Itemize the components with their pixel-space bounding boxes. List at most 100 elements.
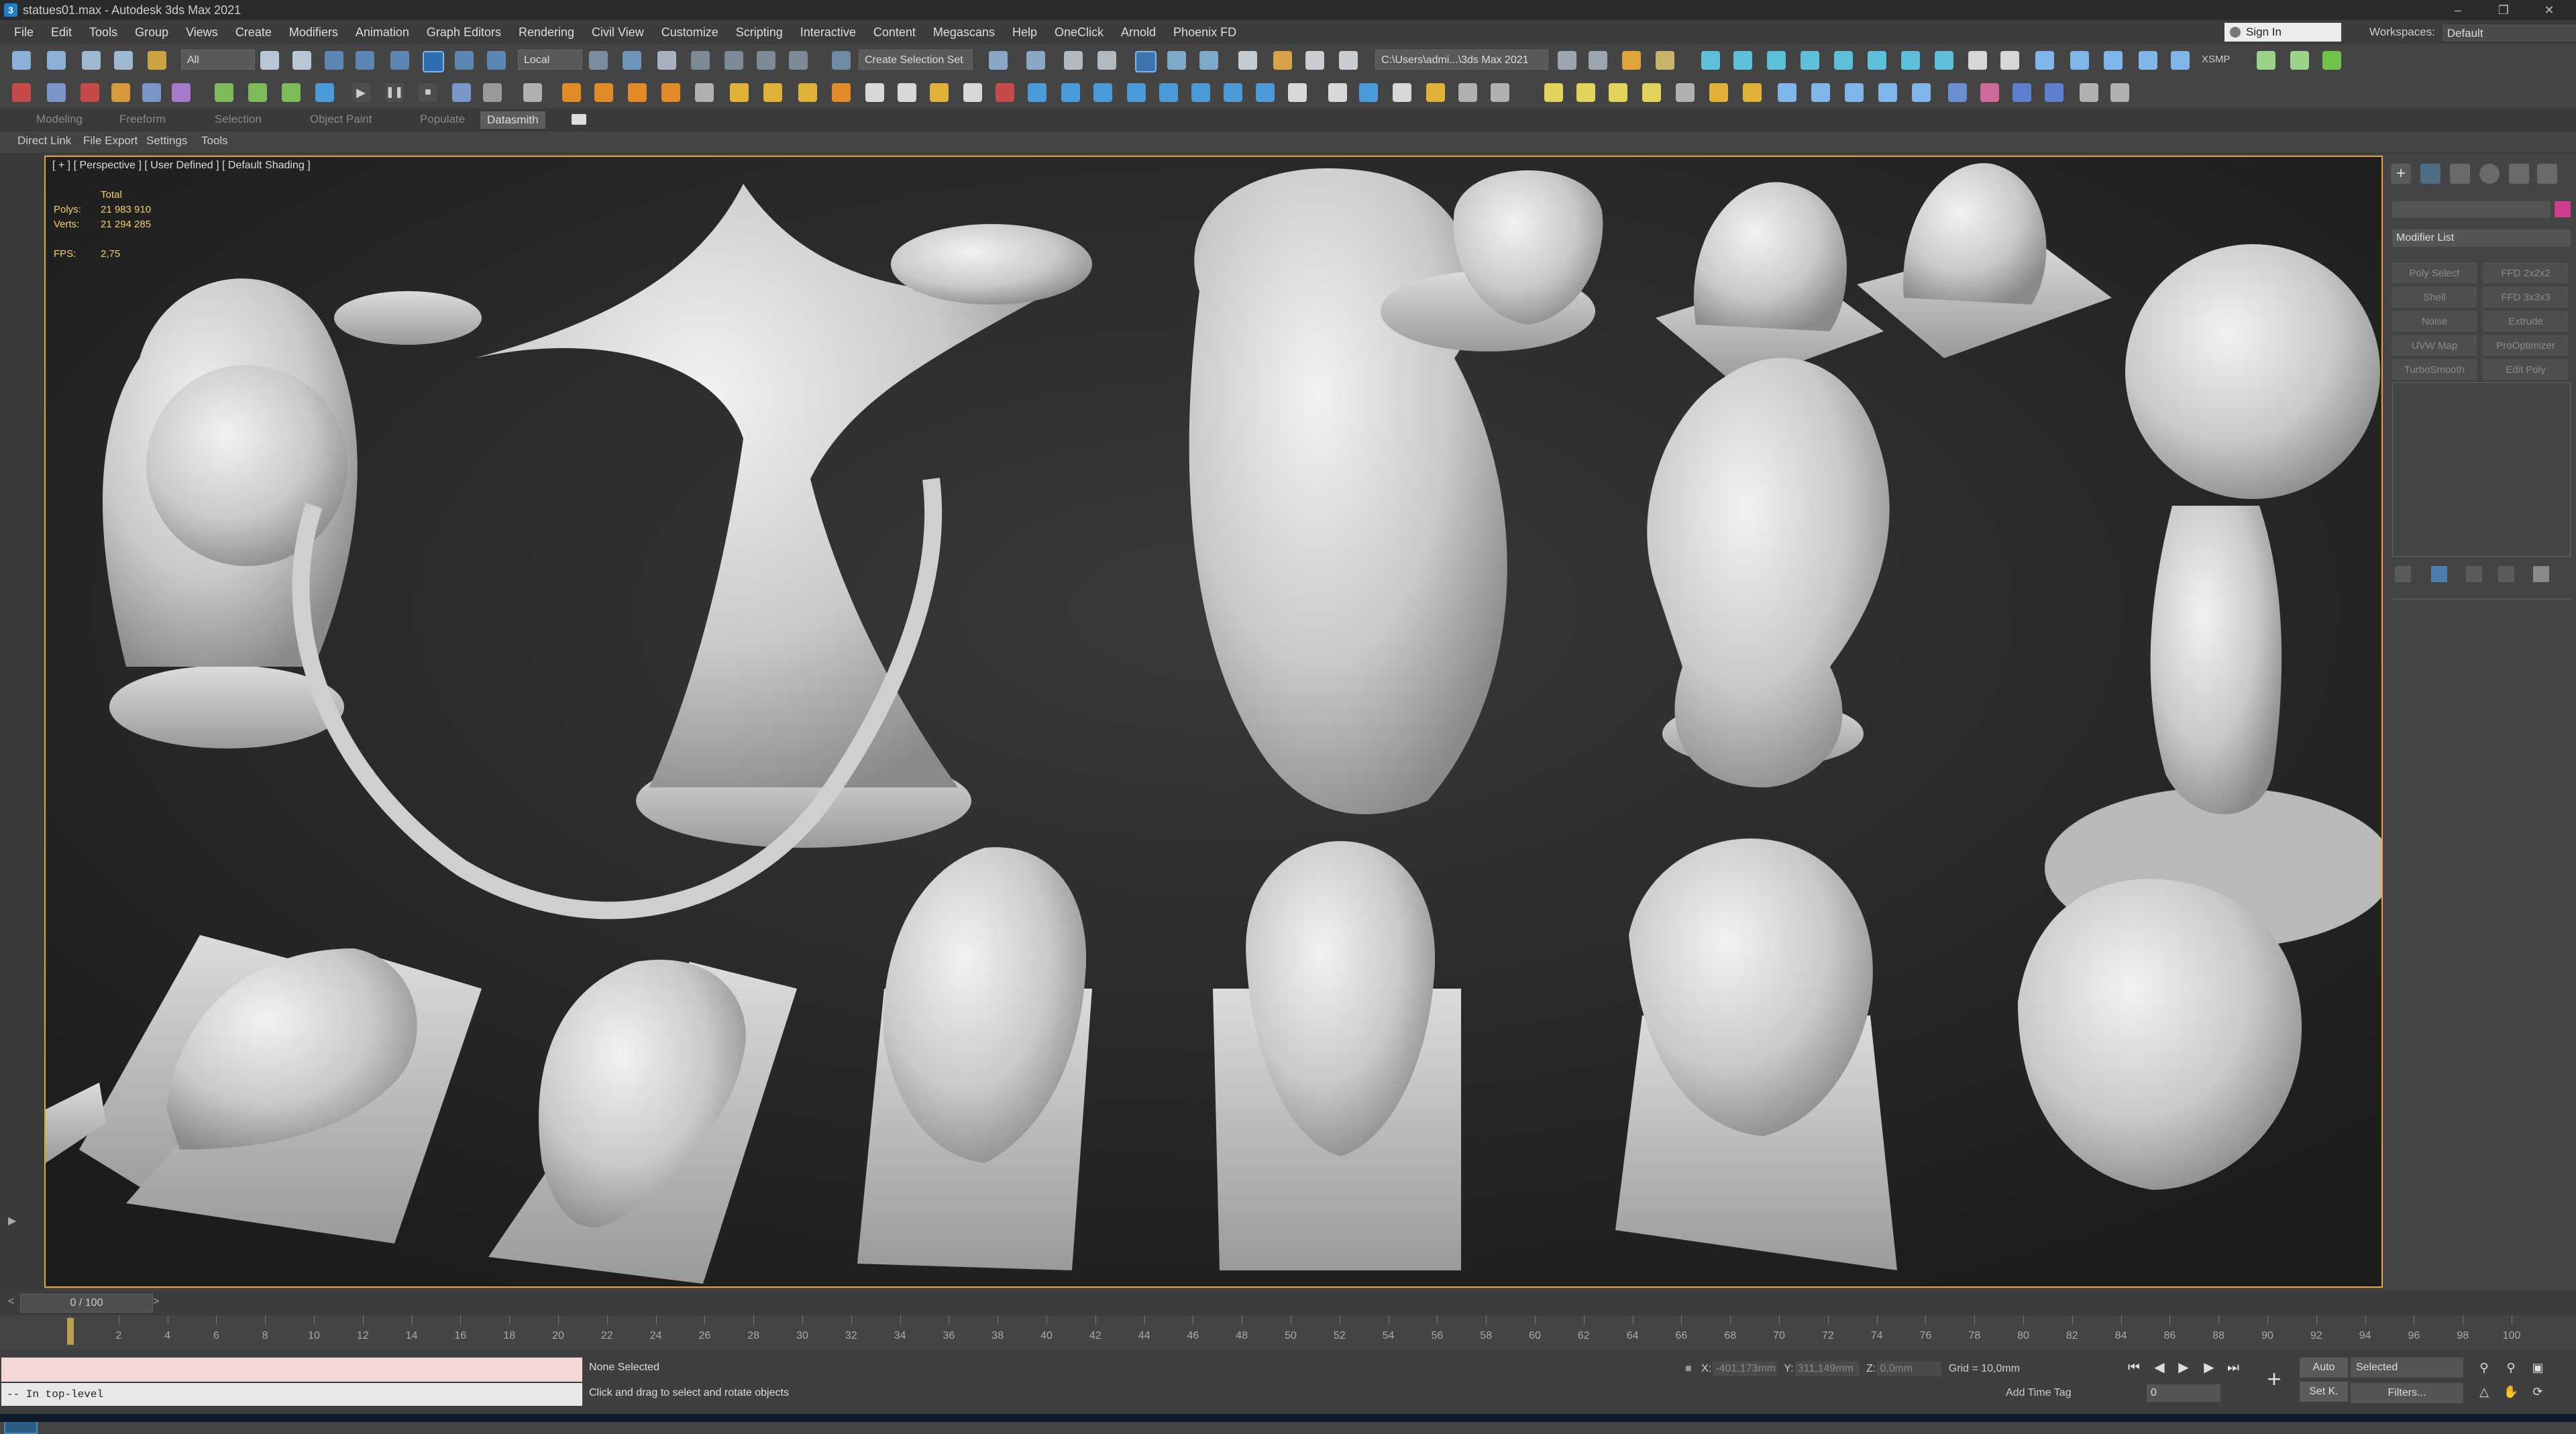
- move-icon[interactable]: [390, 51, 409, 70]
- motion-tab-icon[interactable]: [2479, 164, 2500, 184]
- plugin-icon-22[interactable]: [1028, 83, 1046, 102]
- menu-graph-editors[interactable]: Graph Editors: [418, 25, 510, 40]
- maxscript-listener-output[interactable]: -- In top-level: [1, 1383, 582, 1406]
- plugin-icon-37[interactable]: [1576, 83, 1595, 102]
- next-frame-icon[interactable]: ▶: [2200, 1359, 2218, 1376]
- plugin-icon-13[interactable]: [730, 83, 749, 102]
- plugin-icon-8[interactable]: [248, 83, 267, 102]
- tab-populate[interactable]: Populate: [420, 113, 465, 126]
- render-production-icon[interactable]: [1339, 51, 1358, 70]
- menu-file[interactable]: File: [5, 25, 42, 40]
- curve-editor-icon[interactable]: [1167, 51, 1186, 70]
- configure-modifier-sets-icon[interactable]: [2533, 566, 2549, 582]
- rectangular-selection-icon[interactable]: [325, 51, 343, 70]
- track-bar[interactable]: 0246810121416182022242628303234363840424…: [0, 1315, 2576, 1350]
- plugin-icon-24[interactable]: [1093, 83, 1112, 102]
- phoenix-wind-icon[interactable]: [1901, 51, 1920, 70]
- fire-icon-2[interactable]: [594, 83, 613, 102]
- subtab-direct-link[interactable]: Direct Link: [17, 134, 71, 148]
- phoenix-voxelizer-icon[interactable]: [1968, 51, 1987, 70]
- show-end-result-icon[interactable]: [2431, 566, 2447, 582]
- plugin-icon-39[interactable]: [1642, 83, 1661, 102]
- modify-tab-icon[interactable]: [2420, 164, 2440, 184]
- project-path-dropdown[interactable]: C:\Users\admi...\3ds Max 2021: [1375, 50, 1548, 70]
- phoenix-light-icon[interactable]: [1767, 51, 1786, 70]
- arnold-log-icon[interactable]: [1656, 51, 1674, 70]
- plugin-icon-10[interactable]: [315, 83, 334, 102]
- ribbon-toggle-icon[interactable]: [1135, 51, 1157, 72]
- display-tab-icon[interactable]: [2509, 164, 2529, 184]
- modifier-shell-button[interactable]: Shell: [2392, 287, 2477, 307]
- selection-filter-dropdown[interactable]: All: [181, 50, 255, 70]
- link-icon[interactable]: [82, 51, 101, 70]
- remove-modifier-icon[interactable]: [2498, 566, 2514, 582]
- phoenix-fire-icon[interactable]: [1701, 51, 1720, 70]
- delete-icon[interactable]: [483, 83, 502, 102]
- zoom-all-icon[interactable]: ⚲: [2502, 1359, 2520, 1376]
- maximize-button[interactable]: ❐: [2483, 1, 2524, 19]
- plugin-icon-28[interactable]: [1224, 83, 1242, 102]
- menu-megascans[interactable]: Megascans: [924, 25, 1004, 40]
- plugin-icon-4[interactable]: [111, 83, 130, 102]
- modifier-noise-button[interactable]: Noise: [2392, 311, 2477, 331]
- menu-group[interactable]: Group: [126, 25, 177, 40]
- modifier-poly-select-button[interactable]: Poly Select: [2392, 263, 2477, 283]
- plugin-icon-18[interactable]: [898, 83, 916, 102]
- current-frame-marker[interactable]: [67, 1318, 74, 1345]
- modifier-uvw-map-button[interactable]: UVW Map: [2392, 335, 2477, 355]
- plugin-icon-17[interactable]: [865, 83, 884, 102]
- stop-animation-icon[interactable]: ■: [419, 83, 437, 102]
- menu-create[interactable]: Create: [227, 25, 280, 40]
- time-slider-next-icon[interactable]: >: [153, 1296, 159, 1308]
- list-icon[interactable]: [523, 83, 542, 102]
- spinner-snap-icon[interactable]: [789, 51, 808, 70]
- phoenix-preview-icon[interactable]: [2000, 51, 2019, 70]
- menu-edit[interactable]: Edit: [42, 25, 80, 40]
- plugin-icon-46[interactable]: [1912, 83, 1931, 102]
- plugin-icon-20[interactable]: [963, 83, 982, 102]
- menu-rendering[interactable]: Rendering: [510, 25, 583, 40]
- menu-customize[interactable]: Customize: [653, 25, 727, 40]
- plugin-icon-32[interactable]: [1393, 83, 1411, 102]
- play-icon[interactable]: ▶: [2175, 1359, 2192, 1376]
- reference-coordinate-dropdown[interactable]: Local: [518, 50, 582, 70]
- plugin-icon-12[interactable]: [695, 83, 714, 102]
- add-time-tag[interactable]: Add Time Tag: [2006, 1387, 2072, 1399]
- time-slider-knob[interactable]: 0 / 100: [20, 1294, 153, 1313]
- phoenix-ocean-icon[interactable]: [1935, 51, 1953, 70]
- window-crossing-icon[interactable]: [356, 51, 374, 70]
- sign-in-dropdown[interactable]: Sign In: [2224, 23, 2341, 42]
- menu-modifiers[interactable]: Modifiers: [280, 25, 347, 40]
- minimize-button[interactable]: –: [2438, 1, 2478, 19]
- sun-icon[interactable]: [1709, 83, 1728, 102]
- schematic-view-icon[interactable]: [1199, 51, 1218, 70]
- play-animation-icon[interactable]: ▶: [352, 83, 370, 102]
- plugin-icon-35[interactable]: [1491, 83, 1509, 102]
- plugin-icon-47[interactable]: [1948, 83, 1967, 102]
- redo-icon[interactable]: [47, 51, 66, 70]
- modifier-prooptimizer-button[interactable]: ProOptimizer: [2483, 335, 2568, 355]
- key-filters-button[interactable]: Filters...: [2351, 1383, 2463, 1403]
- scene-explorer-icon[interactable]: [1064, 51, 1083, 70]
- z-coordinate-field[interactable]: 0,0mm: [1877, 1361, 1942, 1376]
- menu-animation[interactable]: Animation: [347, 25, 418, 40]
- plugin-icon-36[interactable]: [1544, 83, 1563, 102]
- viewport-label[interactable]: [ + ] [ Perspective ] [ User Defined ] […: [52, 160, 311, 172]
- align-icon[interactable]: [1026, 51, 1045, 70]
- plugin-icon-21[interactable]: [996, 83, 1014, 102]
- tab-selection[interactable]: Selection: [215, 113, 262, 126]
- object-color-swatch[interactable]: [2555, 201, 2571, 217]
- modifier-stack[interactable]: [2392, 382, 2571, 557]
- plugin-icon-52[interactable]: [2110, 83, 2129, 102]
- go-to-end-icon[interactable]: ⏭: [2224, 1359, 2242, 1376]
- object-name-field[interactable]: [2392, 201, 2551, 217]
- plugin-icon-23[interactable]: [1061, 83, 1080, 102]
- select-by-name-icon[interactable]: [292, 51, 311, 70]
- render-setup-icon[interactable]: [1273, 51, 1292, 70]
- menu-views[interactable]: Views: [177, 25, 227, 40]
- plugin-icon-25[interactable]: [1127, 83, 1146, 102]
- subtab-tools[interactable]: Tools: [201, 134, 228, 148]
- pin-stack-icon[interactable]: [2395, 566, 2411, 582]
- pause-animation-icon[interactable]: ❚❚: [385, 83, 404, 102]
- pivot-point-icon[interactable]: [589, 51, 608, 70]
